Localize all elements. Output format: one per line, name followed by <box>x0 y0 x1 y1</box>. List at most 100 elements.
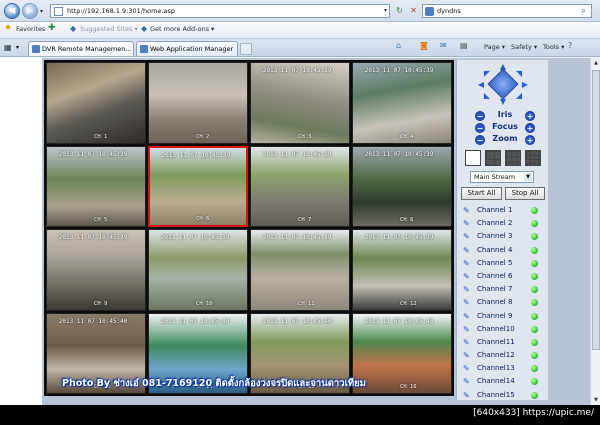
channel-list-item[interactable]: ✎ Channel10 <box>461 323 547 336</box>
camera-channel-label: CH 9 <box>94 300 108 307</box>
ptz-up-right-arrow-icon[interactable]: ◥ <box>514 69 524 79</box>
safety-menu[interactable]: Safety ▾ <box>511 43 537 51</box>
channel-list-item[interactable]: ✎ Channel15 <box>461 389 547 402</box>
add-favorite-icon[interactable]: ✚ <box>48 23 56 33</box>
stream-select[interactable]: Main Stream ▼ <box>470 171 534 183</box>
ptz-down-arrow-icon[interactable]: ▼ <box>498 97 508 107</box>
channel-list-item[interactable]: ✎ Channel 5 <box>461 257 547 270</box>
channel-list-item[interactable]: ✎ Channel14 <box>461 375 547 388</box>
scroll-up-icon[interactable]: ▲ <box>592 59 600 67</box>
channel-list-item[interactable]: ✎ Channel 2 <box>461 217 547 230</box>
camera-icon: ✎ <box>463 219 470 229</box>
tab-dvr-remote[interactable]: DVR Remote Managemen... <box>28 41 134 56</box>
layout-sixteen-button[interactable] <box>525 150 541 166</box>
layout-single-button[interactable] <box>465 150 481 166</box>
channel-list-item[interactable]: ✎ Channel13 <box>461 362 547 375</box>
tab-list-dropdown-icon[interactable]: ▾ <box>16 44 19 51</box>
camera-icon: ✎ <box>463 285 470 295</box>
suggested-sites-link[interactable]: Suggested Sites ▾ <box>80 25 138 33</box>
camera-feed-tile[interactable]: 2013 11 07 10:45:39 CH 8 <box>352 145 452 227</box>
status-online-icon <box>531 378 538 386</box>
camera-feed-tile[interactable]: 2013 11 07 10:45:39 CH 6 <box>148 145 248 227</box>
channel-list-item[interactable]: ✎ Channel 7 <box>461 283 547 296</box>
address-dropdown-icon[interactable]: ▾ <box>384 7 387 14</box>
forward-button[interactable]: ▶ <box>22 3 38 19</box>
focus-control: − Focus + <box>475 122 535 134</box>
camera-feed-tile[interactable]: CH 2 <box>148 62 248 144</box>
ptz-right-arrow-icon[interactable]: ▶ <box>520 80 530 90</box>
home-icon[interactable]: ⌂ <box>396 41 401 50</box>
focus-plus-button[interactable]: + <box>525 123 535 133</box>
page-menu[interactable]: Page ▾ <box>484 43 505 51</box>
zoom-minus-button[interactable]: − <box>475 135 485 145</box>
layout-quad-button[interactable] <box>485 150 501 166</box>
focus-minus-button[interactable]: − <box>475 123 485 133</box>
channel-label: Channel14 <box>477 377 515 386</box>
channel-list-item[interactable]: ✎ Channel 8 <box>461 296 547 309</box>
camera-feed-tile[interactable]: 2013 11 07 10:45:39 CH 11 <box>250 229 350 311</box>
get-addons-link[interactable]: Get more Add-ons ▾ <box>150 25 214 33</box>
zoom-control: − Zoom + <box>475 134 535 146</box>
back-button[interactable]: ◀ <box>4 3 20 19</box>
stop-icon[interactable]: ✕ <box>407 4 420 18</box>
camera-icon: ✎ <box>463 390 470 400</box>
channel-list-item[interactable]: ✎ Channel11 <box>461 336 547 349</box>
stop-all-button[interactable]: Stop All <box>505 187 545 200</box>
ptz-left-arrow-icon[interactable]: ◀ <box>476 80 486 90</box>
start-all-button[interactable]: Start All <box>461 187 502 200</box>
quick-tabs-icon[interactable]: ▦ <box>4 43 14 53</box>
status-online-icon <box>531 246 538 254</box>
tab-web-application-manager[interactable]: Web Application Manager <box>136 41 238 56</box>
channel-list-item[interactable]: ✎ Channel 1 <box>461 204 547 217</box>
camera-feed-tile[interactable]: 2013 11 07 10:45:39 CH 4 <box>352 62 452 144</box>
ptz-up-left-arrow-icon[interactable]: ◤ <box>482 69 492 79</box>
favorites-button[interactable]: Favorites <box>16 25 45 33</box>
channel-list-item[interactable]: ✎ Channel 9 <box>461 310 547 323</box>
channel-list-item[interactable]: ✎ Channel 6 <box>461 270 547 283</box>
scroll-down-icon[interactable]: ▼ <box>592 396 600 404</box>
zoom-plus-button[interactable]: + <box>525 135 535 145</box>
channel-list-item[interactable]: ✎ Channel 3 <box>461 230 547 243</box>
scroll-thumb[interactable] <box>592 70 600 350</box>
iris-plus-button[interactable]: + <box>525 111 535 121</box>
camera-feed-tile[interactable]: 2013 11 07 10:45:39 CH 10 <box>148 229 248 311</box>
search-input[interactable]: dyndns ⌕ <box>422 4 592 18</box>
new-tab-button[interactable] <box>240 43 252 55</box>
favorites-star-icon[interactable]: ★ <box>4 23 12 33</box>
ptz-down-left-arrow-icon[interactable]: ◣ <box>482 91 492 101</box>
camera-feed-tile[interactable]: 2013 11 07 10:45:39 CH 7 <box>250 145 350 227</box>
chevron-down-icon[interactable]: ▼ <box>524 173 532 181</box>
camera-timestamp: 2013 11 07 10:45:39 <box>262 234 332 241</box>
camera-feed-tile[interactable]: CH 1 <box>46 62 146 144</box>
print-icon[interactable]: ▤ <box>460 41 468 50</box>
camera-feed-tile[interactable]: 2013 11 07 10:45:39 CH 5 <box>46 145 146 227</box>
layout-nine-button[interactable] <box>505 150 521 166</box>
history-dropdown-icon[interactable]: ▾ <box>40 8 43 15</box>
camera-channel-label: CH 8 <box>400 217 414 223</box>
status-online-icon <box>531 286 538 294</box>
camera-feed-tile[interactable]: 2013 11 07 10:45:39 CH 12 <box>352 229 452 311</box>
camera-timestamp: 2013 11 07 10:45:39 <box>58 150 128 158</box>
mail-icon[interactable]: ✉ <box>440 41 447 50</box>
ptz-down-right-arrow-icon[interactable]: ◢ <box>514 91 524 101</box>
help-icon[interactable]: ? <box>568 41 572 50</box>
address-input[interactable]: http://192.168.1.9:301/home.asp ▾ <box>50 4 390 18</box>
channel-label: Channel10 <box>477 324 515 333</box>
tools-menu[interactable]: Tools ▾ <box>543 43 564 51</box>
search-icon[interactable]: ⌕ <box>577 5 590 17</box>
channel-list-item[interactable]: ✎ Channel12 <box>461 349 547 362</box>
feeds-icon[interactable]: ◙ <box>420 41 428 50</box>
camera-channel-label: CH 6 <box>196 216 210 222</box>
refresh-icon[interactable]: ↻ <box>393 4 406 18</box>
image-footer: [640x433] https://upic.me/ <box>0 405 600 425</box>
camera-feed-tile[interactable]: 2013 11 07 10:45:39 CH 3 <box>250 62 350 144</box>
iris-minus-button[interactable]: − <box>475 111 485 121</box>
page-scrollbar[interactable]: ▲ ▼ <box>590 58 600 405</box>
channel-list-item[interactable]: ✎ Channel 4 <box>461 244 547 257</box>
camera-feed-tile[interactable]: 2013 11 07 10:45:39 CH 9 <box>46 229 146 311</box>
page-icon <box>54 7 63 16</box>
camera-grid: CH 1 CH 2 2013 11 07 10:45:39 CH 3 2013 11 0… <box>44 60 454 396</box>
status-online-icon <box>531 299 538 307</box>
stream-selected-value: Main Stream <box>474 173 516 181</box>
search-engine-icon <box>425 7 434 16</box>
